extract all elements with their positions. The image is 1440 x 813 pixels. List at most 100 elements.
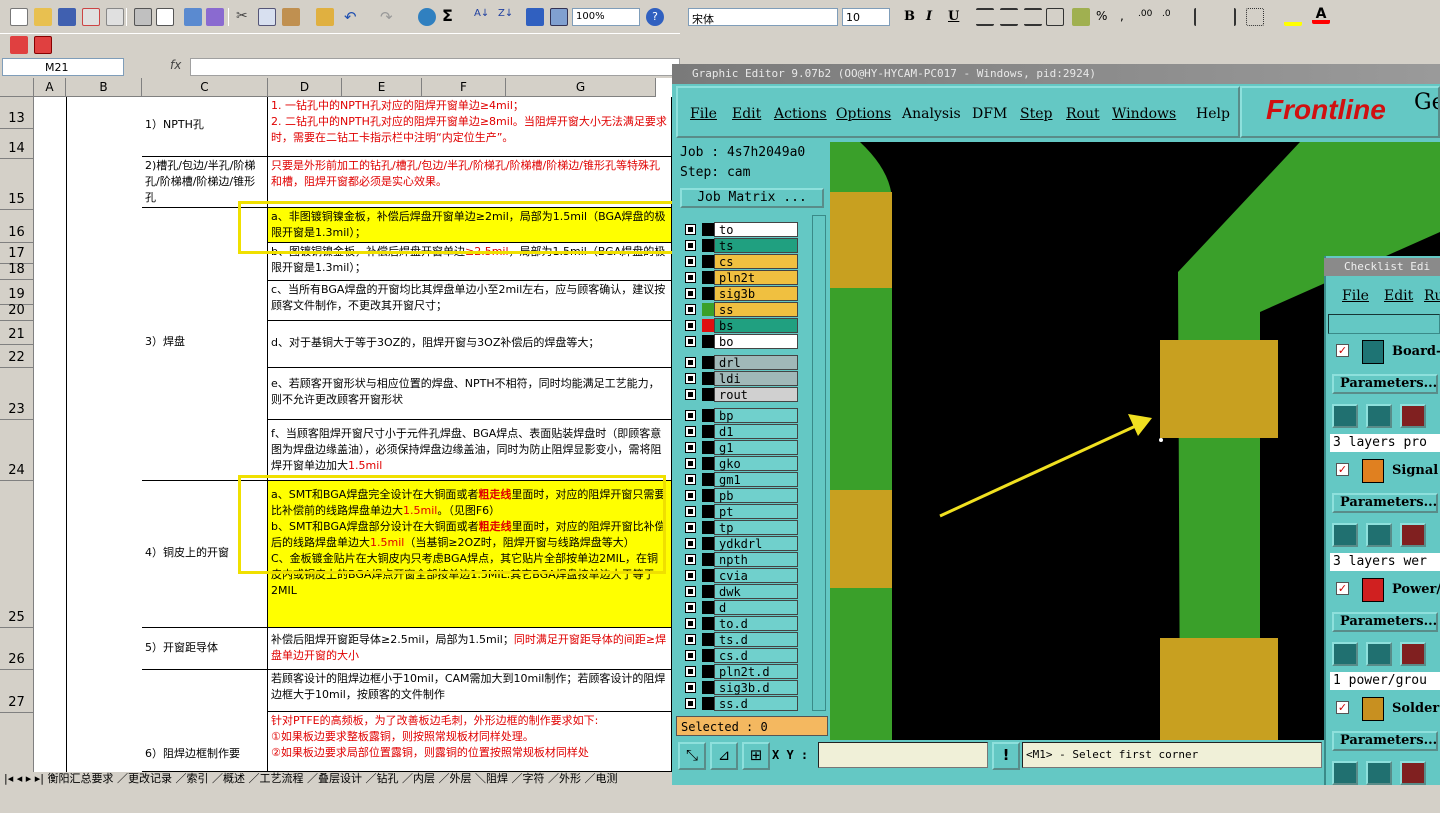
spreadsheet-grid[interactable]: A B C D E F G 13 14 15 16 17 18 19 20 21…: [0, 78, 672, 772]
layer-row[interactable]: pb: [680, 488, 800, 503]
merge-center-icon[interactable]: [1046, 8, 1064, 26]
layer-name[interactable]: dwk: [714, 584, 798, 599]
layer-row[interactable]: to.d: [680, 616, 800, 631]
run-icon[interactable]: [1332, 523, 1358, 547]
checklist-filter[interactable]: [1328, 314, 1440, 334]
layer-checkbox[interactable]: [685, 490, 696, 501]
layer-checkbox[interactable]: [685, 240, 696, 251]
layer-checkbox[interactable]: [685, 288, 696, 299]
layer-row[interactable]: ts: [680, 238, 800, 253]
layer-checkbox[interactable]: [685, 426, 696, 437]
col-header-e[interactable]: E: [342, 78, 422, 97]
pdf-email-icon[interactable]: [34, 36, 52, 54]
layer-checkbox[interactable]: [685, 666, 696, 677]
cut-icon[interactable]: ✂: [236, 8, 254, 26]
sort-ascending-icon[interactable]: A↓: [474, 8, 492, 26]
col-header-g[interactable]: G: [506, 78, 656, 97]
layer-checkbox[interactable]: [685, 357, 696, 368]
row-header[interactable]: 13: [0, 97, 34, 129]
parameters-button[interactable]: Parameters...: [1332, 374, 1438, 394]
layer-color-swatch[interactable]: [702, 223, 714, 236]
copy-icon[interactable]: [258, 8, 276, 26]
layer-color-swatch[interactable]: [702, 319, 714, 332]
row-header[interactable]: 25: [0, 481, 34, 628]
layer-row[interactable]: pln2t.d: [680, 664, 800, 679]
layer-name[interactable]: pb: [714, 488, 798, 503]
layer-color-swatch[interactable]: [702, 356, 714, 369]
layer-checkbox[interactable]: [685, 272, 696, 283]
col-header-d[interactable]: D: [268, 78, 342, 97]
layer-row[interactable]: g1: [680, 440, 800, 455]
layer-name[interactable]: d1: [714, 424, 798, 439]
layer-color-swatch[interactable]: [702, 505, 714, 518]
cl-menu-run[interactable]: Ru: [1424, 288, 1440, 304]
layer-name[interactable]: sig3b: [714, 286, 798, 301]
research-icon[interactable]: [206, 8, 224, 26]
pad-f-cell[interactable]: f、当顾客阻焊开窗尺寸小于元件孔焊盘、BGA焊点、表面贴装焊盘时（即顾客意图为焊…: [268, 420, 672, 481]
name-box[interactable]: M21: [2, 58, 124, 76]
layer-row[interactable]: drl: [680, 355, 800, 370]
row-header[interactable]: 26: [0, 628, 34, 670]
layer-color-swatch[interactable]: [702, 303, 714, 316]
layer-name[interactable]: ts: [714, 238, 798, 253]
menu-dfm[interactable]: DFM: [972, 106, 1007, 122]
print-icon[interactable]: [134, 8, 152, 26]
permission-icon[interactable]: [82, 8, 100, 26]
parameters-button[interactable]: Parameters...: [1332, 731, 1438, 751]
layer-name[interactable]: g1: [714, 440, 798, 455]
layer-color-swatch[interactable]: [702, 271, 714, 284]
sort-descending-icon[interactable]: Z↓: [498, 8, 516, 26]
menu-rout[interactable]: Rout: [1066, 106, 1100, 122]
layer-color-swatch[interactable]: [702, 287, 714, 300]
results-icon[interactable]: [1366, 761, 1392, 785]
snap-icon[interactable]: ⤡: [678, 742, 706, 770]
action-check-icon[interactable]: ✓: [1336, 463, 1349, 476]
layer-checkbox[interactable]: [685, 256, 696, 267]
layer-row[interactable]: ydkdrl: [680, 536, 800, 551]
new-icon[interactable]: [10, 8, 28, 26]
stop-icon[interactable]: [1400, 642, 1426, 666]
layer-row[interactable]: npth: [680, 552, 800, 567]
menu-file[interactable]: File: [690, 106, 717, 122]
layer-row[interactable]: ss: [680, 302, 800, 317]
row-header[interactable]: 21: [0, 321, 34, 345]
layer-name[interactable]: bp: [714, 408, 798, 423]
row-header[interactable]: 19: [0, 280, 34, 305]
layer-name[interactable]: bo: [714, 334, 798, 349]
action-check-icon[interactable]: ✓: [1336, 701, 1349, 714]
layer-name[interactable]: pln2t.d: [714, 664, 798, 679]
align-center-icon[interactable]: [1000, 8, 1018, 26]
layer-checkbox[interactable]: [685, 586, 696, 597]
layer-color-swatch[interactable]: [702, 388, 714, 401]
cl-menu-file[interactable]: File: [1342, 288, 1369, 304]
align-right-icon[interactable]: [1024, 8, 1042, 26]
layer-color-swatch[interactable]: [702, 489, 714, 502]
row-header[interactable]: 22: [0, 345, 34, 368]
drawing-icon[interactable]: [550, 8, 568, 26]
layer-row[interactable]: pln2t: [680, 270, 800, 285]
row-header[interactable]: [0, 713, 34, 772]
sheet-tabs[interactable]: |◂ ◂ ▸ ▸| 衡阳汇总要求 ／更改记录 ／索引 ／概述 ／工艺流程 ／叠层…: [0, 772, 672, 785]
undo-icon[interactable]: ↶: [344, 8, 362, 26]
layer-name[interactable]: npth: [714, 552, 798, 567]
row-header[interactable]: 16: [0, 210, 34, 243]
layer-row[interactable]: cs.d: [680, 648, 800, 663]
layer-color-swatch[interactable]: [702, 665, 714, 678]
font-select[interactable]: 宋体: [688, 8, 838, 26]
decrease-decimal-icon[interactable]: .0: [1162, 9, 1180, 27]
layer-checkbox[interactable]: [685, 650, 696, 661]
cl-menu-edit[interactable]: Edit: [1384, 288, 1413, 304]
layer-checkbox[interactable]: [685, 304, 696, 315]
pad-d-text[interactable]: d、对于基铜大于等于3OZ的，阻焊开窗与3OZ补偿后的焊盘等大；: [268, 321, 672, 368]
help-icon[interactable]: ?: [646, 8, 664, 26]
layer-row[interactable]: ss.d: [680, 696, 800, 711]
layer-row[interactable]: sig3b: [680, 286, 800, 301]
layer-color-swatch[interactable]: [702, 521, 714, 534]
layer-name[interactable]: pln2t: [714, 270, 798, 285]
decrease-indent-icon[interactable]: [1194, 8, 1212, 26]
layer-checkbox[interactable]: [685, 570, 696, 581]
layer-checkbox[interactable]: [685, 442, 696, 453]
run-icon[interactable]: [1332, 404, 1358, 428]
layer-color-swatch[interactable]: [702, 585, 714, 598]
layer-row[interactable]: pt: [680, 504, 800, 519]
